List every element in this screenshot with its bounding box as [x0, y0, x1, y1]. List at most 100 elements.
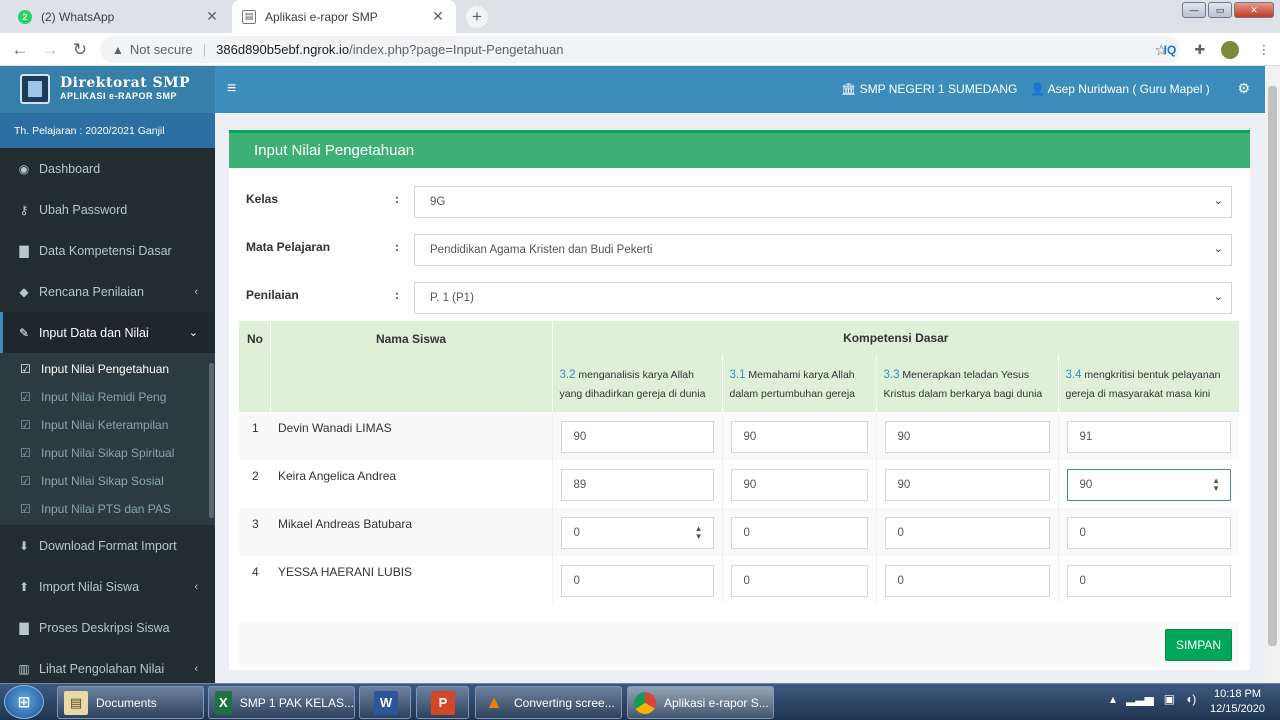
edit-check-icon: ☑: [20, 446, 31, 460]
tab-erapor[interactable]: ▤ Aplikasi e-rapor SMP ✕: [232, 0, 456, 33]
sidebar-subitem-remidi[interactable]: ☑ Input Nilai Remidi Peng: [0, 383, 215, 411]
edit-check-icon: ☑: [20, 502, 31, 516]
row-number: 2: [252, 468, 259, 483]
user-menu[interactable]: 👤 Asep Nuridwan ( Guru Mapel ): [1030, 82, 1210, 96]
taskbar-item-documents[interactable]: ▤ Documents: [57, 686, 204, 719]
sidebar-subitem-spiritual[interactable]: ☑ Input Nilai Sikap Spiritual: [0, 439, 215, 467]
kelas-select[interactable]: 9G ⌄: [414, 186, 1232, 218]
browser-tabbar: 2 (2) WhatsApp ✕ ▤ Aplikasi e-rapor SMP …: [0, 0, 1280, 33]
school-name[interactable]: 🏛 SMP NEGERI 1 SUMEDANG: [841, 82, 1017, 96]
student-name: YESSA HAERANI LUBIS: [278, 564, 413, 579]
document-icon: ▤: [242, 9, 256, 24]
taskbar-item-vlc[interactable]: ▲ Converting scree...: [475, 686, 622, 719]
maximize-button[interactable]: ▭: [1208, 2, 1232, 18]
app-logo-bar: Direktorat SMP APLIKASI e-RAPOR SMP: [0, 66, 215, 113]
app-logo[interactable]: Direktorat SMP APLIKASI e-RAPOR SMP: [20, 74, 190, 104]
spinner-icon[interactable]: ▲ ▼: [1212, 476, 1220, 493]
sidebar-subitem-pts-pas[interactable]: ☑ Input Nilai PTS dan PAS: [0, 495, 215, 523]
close-tab-icon[interactable]: ✕: [430, 8, 446, 25]
tab-title: (2) WhatsApp: [41, 9, 115, 24]
sidebar-item-deskripsi[interactable]: ▇ Proses Deskripsi Siswa: [0, 607, 215, 648]
chevron-left-icon: ‹: [194, 285, 198, 298]
score-input[interactable]: 0: [560, 564, 714, 597]
score-input[interactable]: 0: [1066, 564, 1231, 597]
sidebar-subitem-pengetahuan[interactable]: ☑ Input Nilai Pengetahuan: [0, 355, 215, 383]
sidebar: Th. Pelajaran : 2020/2021 Ganjil ◉ Dashb…: [0, 113, 215, 683]
taskbar-item-word[interactable]: W: [359, 686, 411, 719]
back-arrow-icon[interactable]: ←: [9, 39, 31, 61]
score-input[interactable]: 90: [884, 468, 1050, 501]
url-host: 386d890b5ebf.ngrok.io: [216, 42, 350, 57]
mapel-select[interactable]: Pendidikan Agama Kristen dan Budi Pekert…: [414, 234, 1232, 266]
taskbar: ⊞ ▤ Documents X SMP 1 PAK KELAS... W P ▲…: [0, 683, 1280, 720]
minimize-button[interactable]: —: [1182, 2, 1206, 18]
score-input[interactable]: 0: [730, 516, 868, 549]
score-input-focused[interactable]: 90 ▲ ▼: [1066, 468, 1231, 501]
score-input[interactable]: 90: [884, 420, 1050, 453]
network-icon[interactable]: ▣: [1164, 692, 1175, 706]
taskbar-item-excel[interactable]: X SMP 1 PAK KELAS...: [208, 686, 355, 719]
forward-arrow-icon[interactable]: →: [39, 39, 61, 61]
sidebar-item-kompetensi[interactable]: ▇ Data Kompetensi Dasar: [0, 230, 215, 271]
spinner-icon[interactable]: ▲ ▼: [695, 524, 703, 541]
save-button[interactable]: SIMPAN: [1165, 629, 1232, 661]
taskbar-item-chrome[interactable]: Aplikasi e-rapor S...: [627, 686, 774, 719]
kd-header: 3.1 Memahami karya Allah dalam pertumbuha…: [722, 355, 877, 412]
sidebar-subitem-keterampilan[interactable]: ☑ Input Nilai Keterampilan: [0, 411, 215, 439]
close-window-button[interactable]: ✕: [1234, 2, 1274, 18]
score-table: No Nama Siswa Kompetensi Dasar 3.2 menga…: [239, 321, 1239, 604]
sidebar-item-import[interactable]: ⬆ Import Nilai Siswa ‹: [0, 566, 215, 607]
sidebar-item-password[interactable]: ⚷ Ubah Password: [0, 189, 215, 230]
score-input[interactable]: 89: [560, 468, 714, 501]
score-input[interactable]: 0: [884, 516, 1050, 549]
student-name: Mikael Andreas Batubara: [270, 507, 552, 556]
score-input[interactable]: 0: [884, 564, 1050, 597]
gear-icon[interactable]: ⚙: [1237, 80, 1250, 97]
start-button[interactable]: ⊞: [4, 685, 44, 719]
profile-avatar[interactable]: [1220, 41, 1240, 59]
tab-title: Aplikasi e-rapor SMP: [265, 9, 378, 24]
clock-date: 12/15/2020: [1209, 703, 1266, 715]
signal-bars-icon[interactable]: ▂▃▅: [1126, 692, 1154, 706]
address-bar[interactable]: ▲ Not secure | 386d890b5ebf.ngrok.io /in…: [100, 36, 1180, 63]
row-number: 4: [252, 564, 259, 579]
sidebar-item-download[interactable]: ⬇ Download Format Import: [0, 525, 215, 566]
taskbar-item-powerpoint[interactable]: P: [416, 686, 469, 719]
score-input[interactable]: 0: [1066, 516, 1231, 549]
new-tab-button[interactable]: +: [466, 6, 488, 28]
penilaian-select[interactable]: P. 1 (P1) ⌄: [414, 282, 1232, 314]
tab-whatsapp[interactable]: 2 (2) WhatsApp ✕: [8, 0, 230, 33]
table-row: 1 Devin Wanadi LIMAS 90 90 90 91: [239, 411, 1239, 460]
chevron-left-icon: ‹: [194, 662, 198, 675]
scrollbar-thumb[interactable]: [1268, 86, 1277, 646]
show-hidden-icons-icon[interactable]: ▴: [1110, 692, 1116, 706]
hamburger-menu-icon[interactable]: ≡: [227, 80, 236, 98]
volume-icon[interactable]: ◖): [1185, 692, 1196, 706]
score-input[interactable]: 0: [730, 564, 868, 597]
folder-icon: ▤: [64, 690, 88, 715]
input-box: Input Nilai Pengetahuan Kelas : 9G ⌄ Mat…: [229, 130, 1250, 670]
reload-icon[interactable]: ↻: [69, 39, 91, 61]
sidebar-item-rencana[interactable]: ◆ Rencana Penilaian ‹: [0, 271, 215, 312]
file-icon: ▇: [19, 243, 29, 258]
sidebar-item-dashboard[interactable]: ◉ Dashboard: [0, 148, 215, 189]
sidebar-item-pengolahan[interactable]: ▥ Lihat Pengolahan Nilai ‹: [0, 648, 215, 683]
table-row: 2 Keira Angelica Andrea 89 90 90 90 ▲ ▼: [239, 459, 1239, 508]
menu-dots-icon[interactable]: ⋮: [1254, 41, 1274, 59]
sidebar-item-input-data[interactable]: ✎ Input Data dan Nilai ⌄: [0, 312, 215, 353]
taskbar-clock[interactable]: 10:18 PM 12/15/2020: [1200, 687, 1275, 717]
edit-icon: ✎: [18, 325, 30, 340]
iq-extension-icon[interactable]: IQ: [1160, 41, 1180, 59]
sidebar-scrollbar[interactable]: [209, 363, 214, 518]
extensions-puzzle-icon[interactable]: ✚: [1190, 41, 1210, 59]
score-input[interactable]: 90: [730, 420, 868, 453]
score-input[interactable]: 91: [1066, 420, 1231, 453]
page-scrollbar[interactable]: [1265, 66, 1280, 683]
close-tab-icon[interactable]: ✕: [204, 8, 220, 25]
logo-icon: [20, 74, 50, 104]
score-input-hover[interactable]: 0 ▲ ▼: [560, 516, 714, 549]
security-label: Not secure: [129, 42, 193, 57]
score-input[interactable]: 90: [730, 468, 868, 501]
sidebar-subitem-sosial[interactable]: ☑ Input Nilai Sikap Sosial: [0, 467, 215, 495]
score-input[interactable]: 90: [560, 420, 714, 453]
